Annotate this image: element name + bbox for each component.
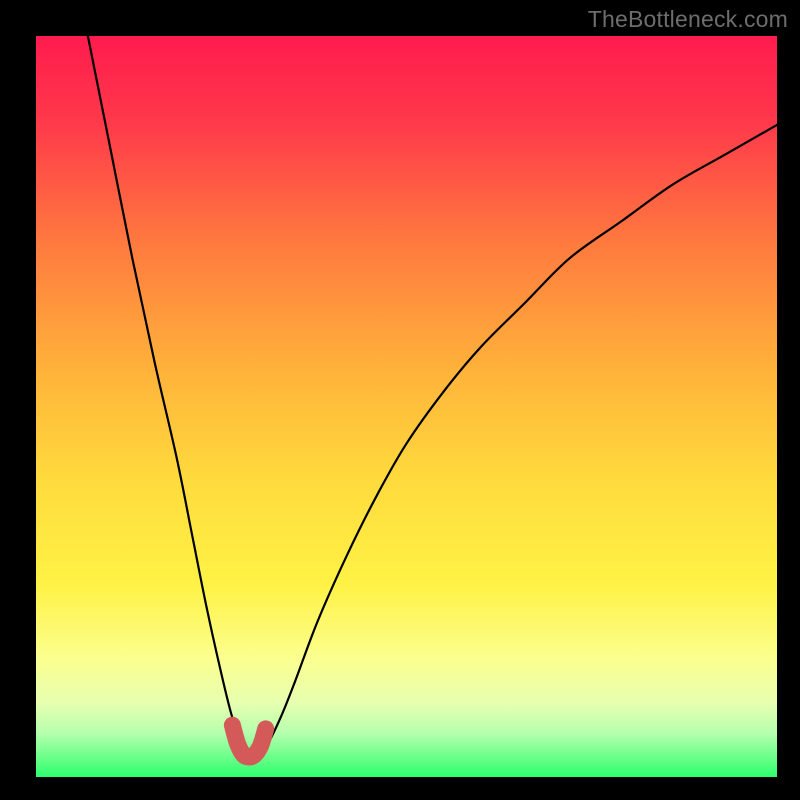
watermark-text: TheBottleneck.com: [588, 6, 788, 33]
chart-frame: TheBottleneck.com: [0, 0, 800, 800]
chart-svg: [0, 0, 800, 800]
plot-background: [36, 36, 777, 777]
